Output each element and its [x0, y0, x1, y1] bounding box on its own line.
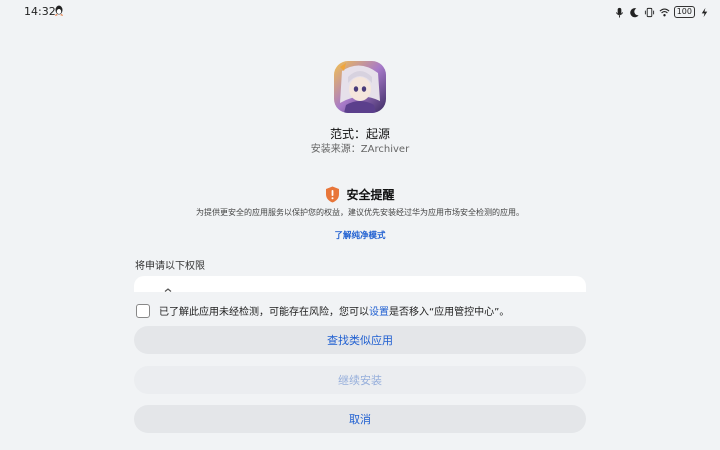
consent-row: 已了解此应用未经检测，可能存在风险，您可以设置是否移入“应用管控中心”。 — [136, 303, 509, 318]
continue-install-button[interactable]: 继续安装 — [134, 366, 586, 394]
app-icon — [334, 61, 386, 113]
find-similar-apps-button[interactable]: 查找类似应用 — [134, 326, 586, 354]
qq-icon — [55, 5, 63, 16]
status-bar: 14:32 100 — [0, 0, 720, 24]
permissions-card[interactable] — [134, 276, 586, 292]
consent-checkbox[interactable] — [136, 303, 150, 318]
install-source: 安装来源：ZArchiver — [0, 140, 720, 155]
mic-icon — [615, 7, 623, 18]
moon-icon — [629, 7, 639, 17]
vibrate-icon — [644, 7, 654, 17]
battery-icon: 100 — [673, 6, 695, 18]
security-warning-title: 安全提醒 — [346, 188, 395, 202]
status-icons: 100 — [614, 5, 710, 19]
install-source-label: 安装来源： — [310, 144, 361, 155]
consent-text-before: 已了解此应用未经检测，可能存在风险，您可以 — [159, 307, 369, 318]
warning-shield-icon — [326, 186, 340, 203]
install-source-value: ZArchiver — [360, 144, 410, 155]
permissions-label: 将申请以下权限 — [135, 261, 205, 272]
settings-link[interactable]: 设置 — [369, 307, 389, 318]
security-warning-header: 安全提醒 — [0, 186, 720, 203]
consent-text: 已了解此应用未经检测，可能存在风险，您可以设置是否移入“应用管控中心”。 — [159, 303, 509, 318]
wifi-icon — [659, 8, 670, 16]
charging-icon — [701, 7, 708, 17]
cancel-button[interactable]: 取消 — [134, 405, 586, 433]
chevron-up-icon[interactable] — [164, 288, 172, 292]
learn-pure-mode-link[interactable]: 了解纯净模式 — [0, 229, 720, 241]
security-warning-description: 为提供更安全的应用服务以保护您的权益，建议优先安装经过华为应用市场安全检测的应用… — [196, 208, 524, 217]
status-time: 14:32 — [24, 5, 56, 18]
consent-text-after: 是否移入“应用管控中心”。 — [389, 307, 510, 318]
